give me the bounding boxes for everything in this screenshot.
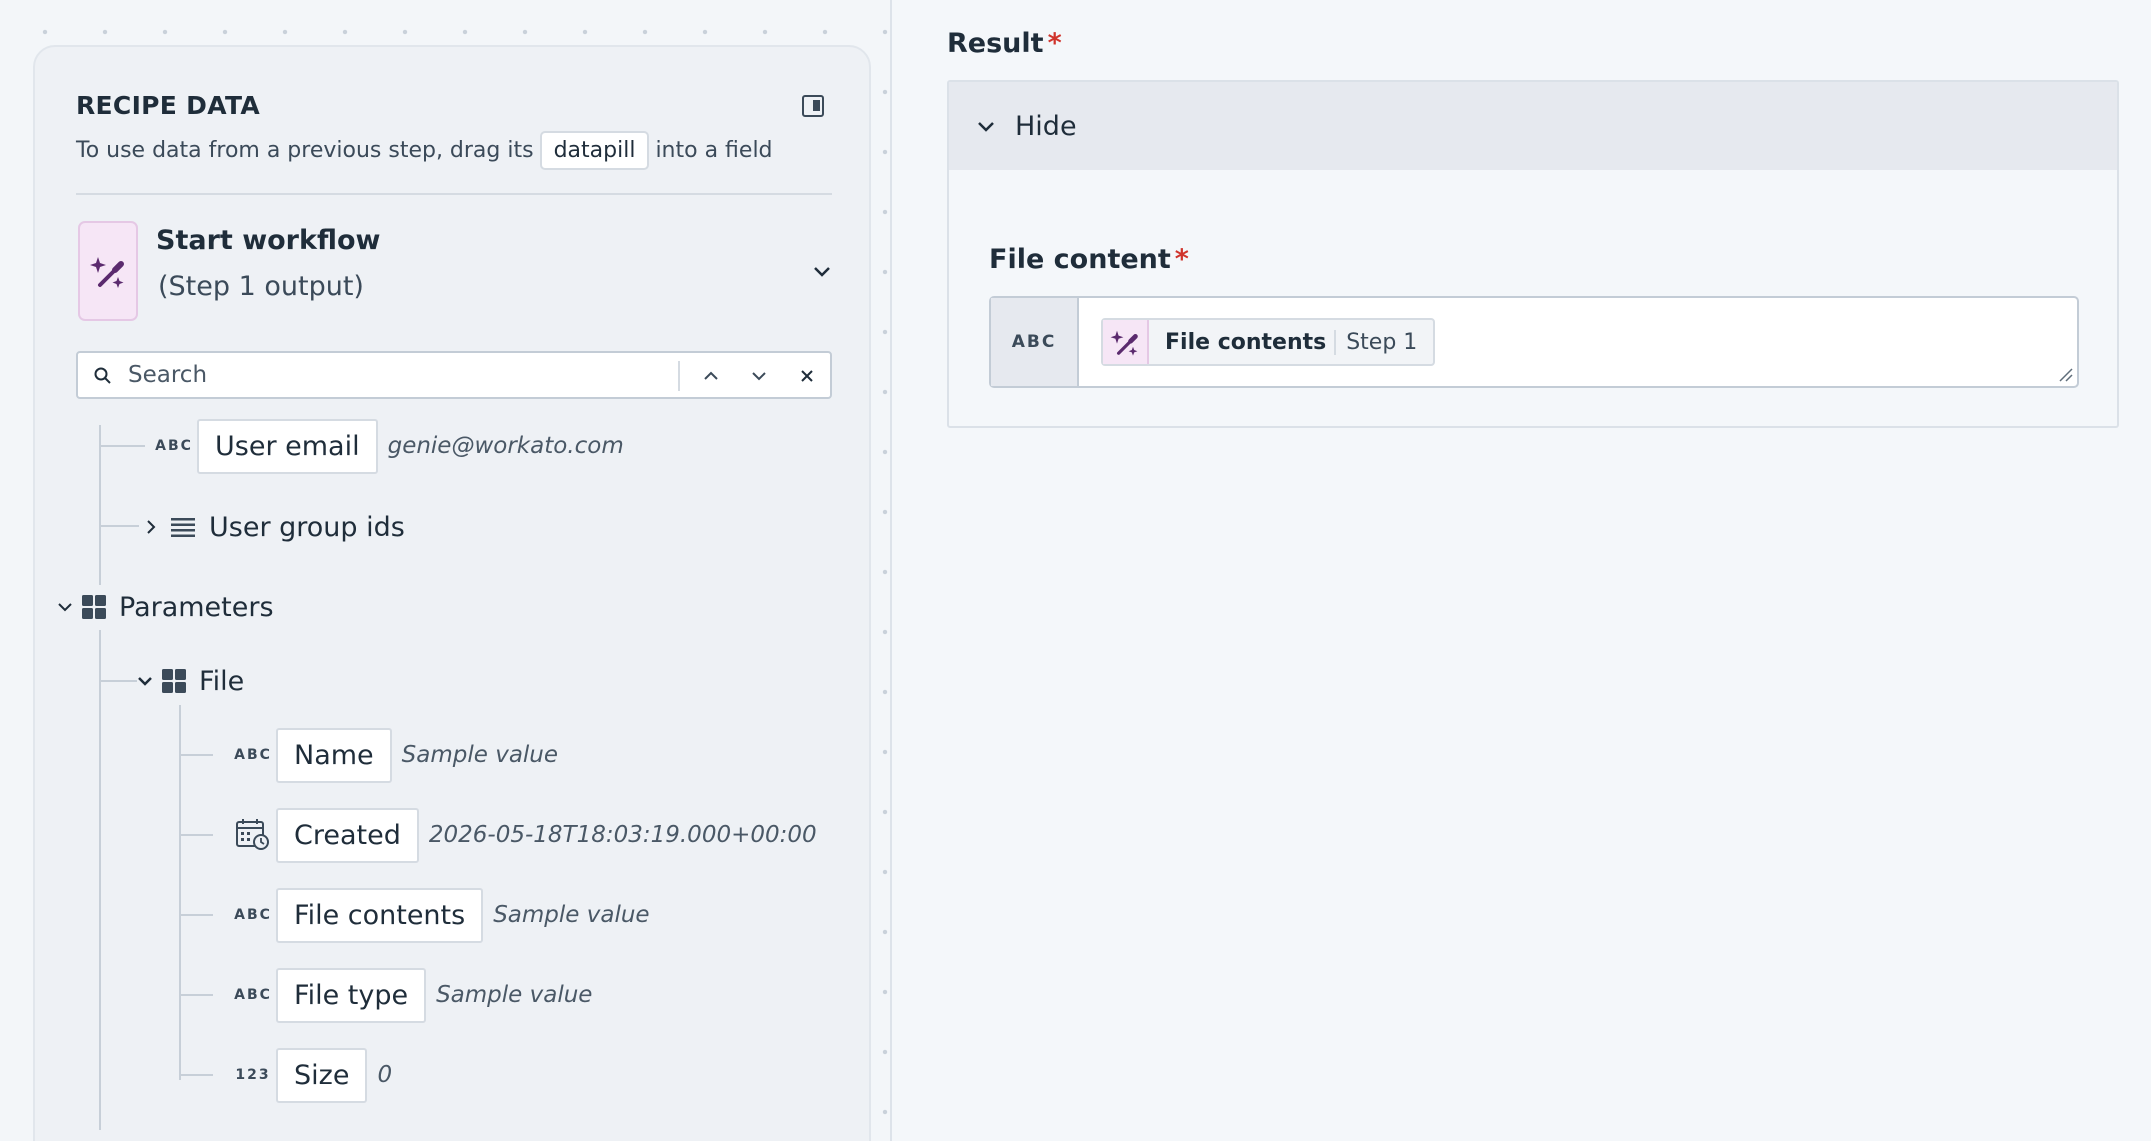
calendar-icon: [230, 818, 276, 852]
description-text: To use data from a previous step, drag i…: [76, 138, 534, 163]
text-type-icon: ABC: [155, 438, 193, 454]
file-content-label-text: File content: [989, 244, 1171, 275]
magic-wand-icon: [1103, 320, 1149, 364]
text-type-icon: ABC: [234, 987, 272, 1003]
close-icon[interactable]: [794, 363, 820, 389]
sample-value: Sample value: [493, 902, 650, 928]
data-tree: ABC User email genie@workato.com User gr…: [43, 55, 861, 1141]
tree-row-file-contents: ABC File contents Sample value: [230, 885, 650, 945]
tree-line: [179, 994, 213, 996]
datapill-step: Step 1: [1334, 329, 1433, 355]
workflow-canvas: RECIPE DATA To use data from a previous …: [0, 0, 890, 1141]
node-label-file: File: [199, 665, 245, 697]
chevron-down-icon[interactable]: [53, 595, 77, 619]
text-type-icon: ABC: [234, 747, 272, 763]
tree-line: [99, 630, 101, 1130]
tree-row-file[interactable]: File: [133, 651, 244, 711]
tree-line: [99, 425, 101, 585]
tree-row-parameters[interactable]: Parameters: [53, 577, 274, 637]
tree-row-size: 123 Size 0: [230, 1045, 392, 1105]
node-label-user-group-ids: User group ids: [209, 511, 405, 543]
sample-value: 2026-05-18T18:03:19.000+00:00: [428, 822, 817, 848]
tree-line: [99, 445, 145, 447]
step-header[interactable]: Start workflow (Step 1 output): [78, 221, 834, 321]
sample-value: Sample value: [401, 742, 559, 768]
tree-line: [179, 834, 213, 836]
recipe-data-panel: RECIPE DATA To use data from a previous …: [33, 45, 871, 1141]
required-mark: *: [1174, 244, 1189, 275]
sample-value: 0: [377, 1062, 393, 1088]
tree-row-created: Created 2026-05-18T18:03:19.000+00:00: [230, 805, 817, 865]
file-content-label: File content *: [989, 244, 1189, 275]
chevron-down-icon[interactable]: [746, 363, 772, 389]
panel-toggle-icon[interactable]: [802, 95, 824, 117]
recipe-data-inner: RECIPE DATA To use data from a previous …: [43, 55, 861, 1141]
result-section: Hide File content * ABC File contents St…: [947, 80, 2119, 428]
file-content-input[interactable]: File contents Step 1: [1079, 298, 2077, 386]
tree-row-user-email: ABC User email genie@workato.com: [151, 416, 624, 476]
tree-row-name: ABC Name Sample value: [230, 725, 558, 785]
tree-line: [179, 754, 213, 756]
result-label: Result *: [947, 28, 1062, 59]
search-input[interactable]: [128, 357, 668, 393]
step-title: Start workflow: [156, 225, 381, 256]
chevron-down-icon[interactable]: [810, 259, 834, 283]
tree-line: [179, 1074, 213, 1076]
datapill-example: datapill: [539, 131, 650, 170]
search-separator: [678, 361, 680, 391]
panel-description: To use data from a previous step, drag i…: [76, 131, 773, 170]
datapill-file-type[interactable]: File type: [276, 967, 427, 1023]
description-text-end: into a field: [655, 138, 773, 163]
list-icon: [169, 515, 197, 539]
resize-handle-icon[interactable]: [2057, 366, 2073, 382]
datapill-name: File contents: [1165, 329, 1327, 355]
datapill-created[interactable]: Created: [276, 807, 419, 863]
required-mark: *: [1047, 28, 1062, 59]
tree-row-file-type: ABC File type Sample value: [230, 965, 592, 1025]
chevron-down-icon: [975, 115, 997, 137]
search-icon: [93, 366, 113, 386]
sample-value: Sample value: [436, 982, 593, 1008]
file-content-field[interactable]: ABC File contents Step 1: [989, 296, 2079, 388]
number-type-icon: 123: [235, 1067, 271, 1083]
datapill-user-email[interactable]: User email: [197, 418, 378, 474]
text-type-icon: ABC: [234, 907, 272, 923]
tree-line: [179, 705, 181, 1080]
sample-value: genie@workato.com: [387, 433, 624, 459]
node-label-parameters: Parameters: [119, 591, 274, 623]
datapill-file-contents-step-1[interactable]: File contents Step 1: [1101, 318, 1436, 366]
panel-title: RECIPE DATA: [76, 91, 261, 120]
datapill-file-contents[interactable]: File contents: [276, 887, 484, 943]
chevron-up-icon[interactable]: [698, 363, 724, 389]
hide-toggle[interactable]: Hide: [949, 82, 2117, 170]
step-config-panel: Result * Hide File content * ABC File co…: [892, 0, 2151, 1141]
search-box: [76, 351, 832, 399]
divider: [76, 193, 832, 195]
hide-label: Hide: [1015, 110, 1077, 142]
tree-row-user-group-ids[interactable]: User group ids: [139, 497, 405, 557]
magic-wand-icon: [78, 221, 138, 321]
datapill-size[interactable]: Size: [276, 1047, 368, 1103]
object-icon: [161, 668, 187, 694]
tree-line: [179, 914, 213, 916]
step-subtitle: (Step 1 output): [158, 271, 364, 302]
object-icon: [81, 594, 107, 620]
datapill-name[interactable]: Name: [276, 727, 392, 783]
chevron-right-icon[interactable]: [139, 515, 163, 539]
result-label-text: Result: [947, 28, 1044, 59]
text-type-icon: ABC: [991, 298, 1079, 386]
tree-line: [99, 525, 139, 527]
tree-line: [99, 680, 137, 682]
chevron-down-icon[interactable]: [133, 669, 157, 693]
